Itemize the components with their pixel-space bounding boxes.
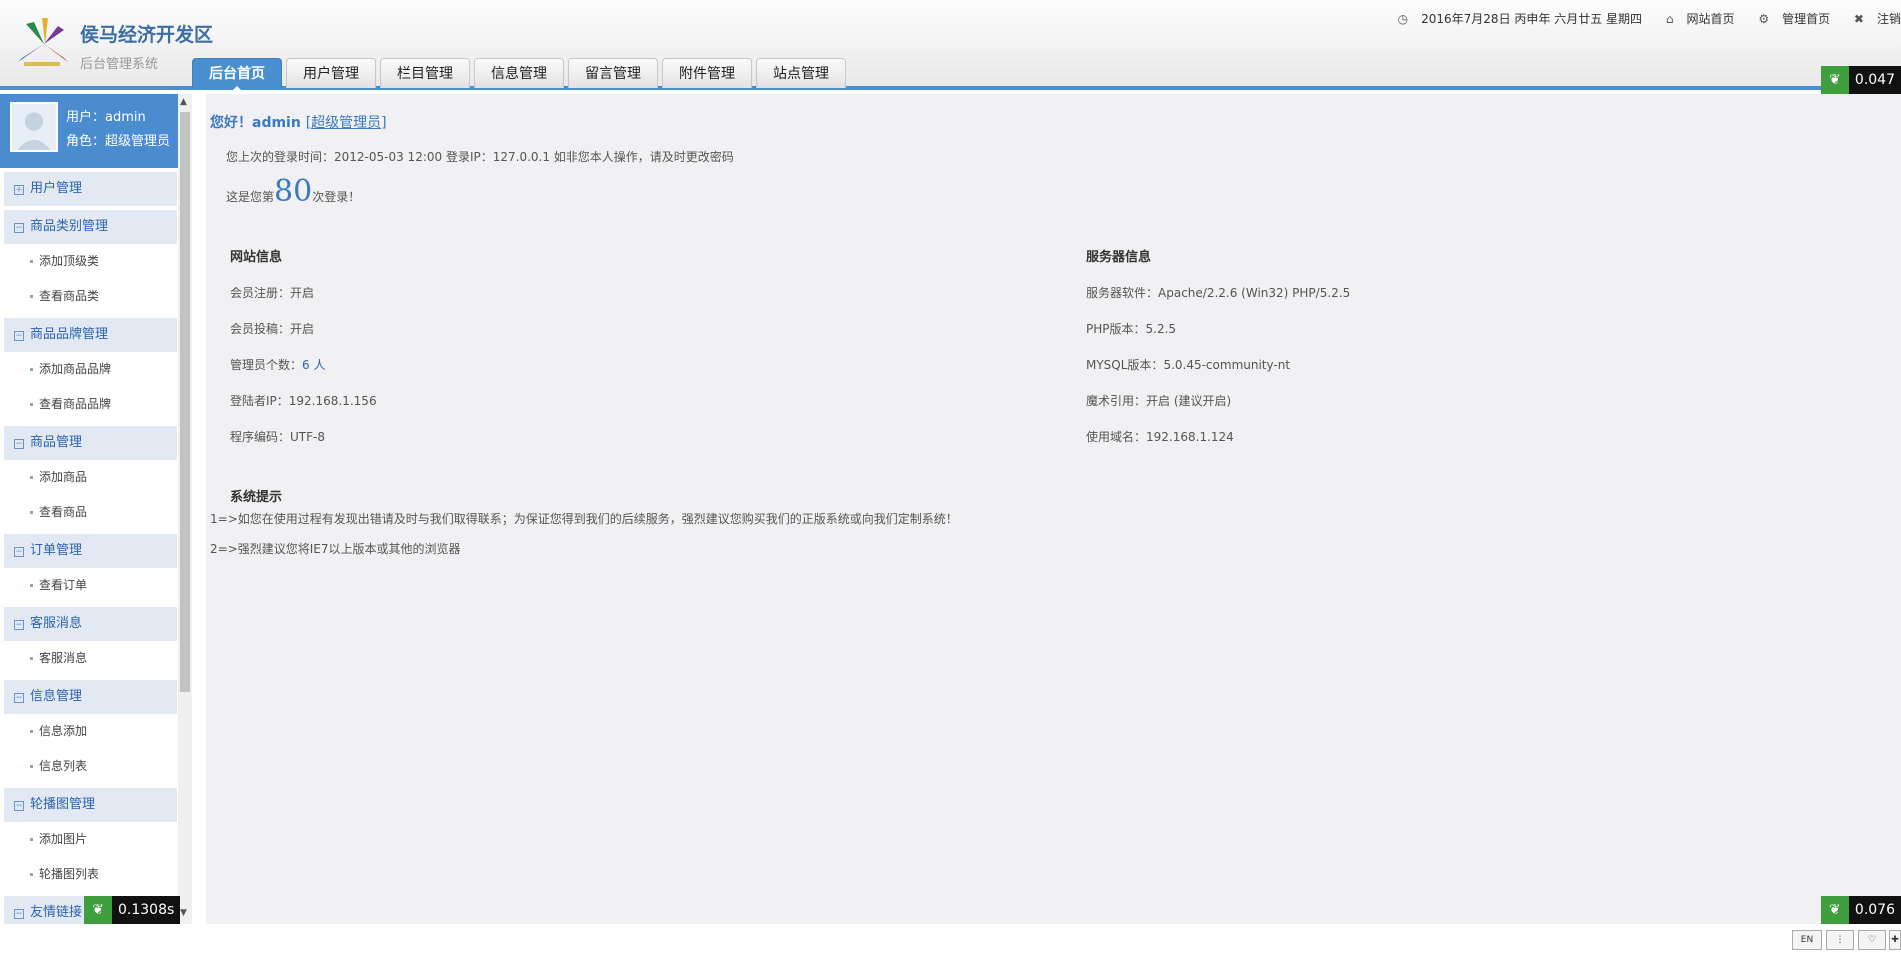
menu-item[interactable]: 查看商品类 — [0, 279, 178, 314]
tab-users[interactable]: 用户管理 — [286, 58, 376, 88]
pin-icon[interactable]: ✚ — [1889, 930, 1901, 950]
collapse-icon: − — [14, 620, 24, 630]
server-info-row: 服务器软件：Apache/2.2.6 (Win32) PHP/5.2.5 — [1086, 286, 1351, 300]
system-tips-title: 系统提示 — [230, 490, 283, 505]
menu-item[interactable]: 添加商品品牌 — [0, 352, 178, 387]
system-tip: 2=>强烈建议您将IE7以上版本或其他的浏览器 — [210, 542, 461, 556]
clock-icon: ◷ — [1397, 12, 1409, 26]
tab-columns[interactable]: 栏目管理 — [380, 58, 470, 88]
greeting: 您好！admin [超级管理员] — [210, 115, 387, 131]
server-info-row: PHP版本：5.2.5 — [1086, 322, 1177, 336]
menu-group-categories[interactable]: − 商品类别管理 — [4, 210, 177, 244]
logo-icon — [18, 18, 68, 66]
role-link[interactable]: [超级管理员] — [306, 115, 387, 131]
leaf-icon: ❦ — [1820, 896, 1849, 924]
menu-group-info[interactable]: − 信息管理 — [4, 680, 177, 714]
user-name: 用户：admin — [66, 110, 146, 125]
date-display: ◷ 2016年7月28日 丙申年 六月廿五 星期四 — [1397, 12, 1643, 26]
menu-group-orders[interactable]: − 订单管理 — [4, 534, 177, 568]
lang-indicator[interactable]: EN — [1792, 930, 1822, 950]
menu-item[interactable]: 客服消息 — [0, 641, 178, 676]
menu-item[interactable]: 查看订单 — [0, 568, 178, 603]
scroll-up-icon[interactable]: ▲ — [180, 97, 187, 107]
menu-dots-icon[interactable]: ⋮ — [1826, 930, 1854, 950]
collapse-icon: − — [14, 331, 24, 341]
menu-item[interactable]: 添加图片 — [0, 822, 178, 857]
menu-item[interactable]: 查看商品品牌 — [0, 387, 178, 422]
tab-messages[interactable]: 留言管理 — [568, 58, 658, 88]
leaf-icon: ❦ — [84, 896, 112, 924]
last-login-info: 您上次的登录时间：2012-05-03 12:00 登录IP：127.0.0.1… — [226, 150, 734, 164]
menu-item[interactable]: 轮播图列表 — [0, 857, 178, 892]
speed-badge-bottom-left: ❦ 0.1308s — [84, 896, 181, 924]
collapse-icon: − — [14, 223, 24, 233]
sidebar-menu: + 用户管理 − 商品类别管理 添加顶级类 查看商品类 − 商品品牌管理 添加商品品牌… — [0, 172, 178, 924]
main-content: 您好！admin [超级管理员] 您上次的登录时间：2012-05-03 12:… — [206, 94, 1901, 924]
collapse-icon: − — [14, 909, 24, 919]
gear-icon: ⚙ — [1758, 12, 1770, 26]
menu-group-carousel[interactable]: − 轮播图管理 — [4, 788, 177, 822]
avatar — [10, 102, 58, 152]
site-info-row: 程序编码：UTF-8 — [230, 430, 325, 444]
menu-group-brands[interactable]: − 商品品牌管理 — [4, 318, 177, 352]
site-info-title: 网站信息 — [230, 250, 283, 265]
tab-home[interactable]: 后台首页 — [192, 58, 282, 90]
system-tip: 1=>如您在使用过程有发现出错请及时与我们取得联系；为保证您得到我们的后续服务，… — [210, 512, 958, 526]
collapse-icon: − — [14, 547, 24, 557]
header: 侯马经济开发区 后台管理系统 ◷ 2016年7月28日 丙申年 六月廿五 星期四 … — [0, 0, 1901, 90]
tab-info[interactable]: 信息管理 — [474, 58, 564, 88]
close-icon: ✖ — [1853, 12, 1864, 26]
tab-site[interactable]: 站点管理 — [756, 58, 846, 88]
collapse-icon: − — [14, 801, 24, 811]
tab-attachments[interactable]: 附件管理 — [662, 58, 752, 88]
menu-item[interactable]: 查看商品 — [0, 495, 178, 530]
expand-icon: + — [14, 185, 24, 195]
menu-item[interactable]: 信息添加 — [0, 714, 178, 749]
top-toolbar: ◷ 2016年7月28日 丙申年 六月廿五 星期四 ⌂ 网站首页 ⚙ 管理首页 ✖ 注销 — [1378, 10, 1901, 27]
user-panel: 用户：admin 角色：超级管理员 — [0, 94, 178, 168]
user-role: 角色：超级管理员 — [66, 134, 171, 149]
collapse-icon: − — [14, 693, 24, 703]
menu-item[interactable]: 添加商品 — [0, 460, 178, 495]
site-home-link[interactable]: ⌂ 网站首页 — [1656, 10, 1735, 27]
sidebar-scroll-thumb[interactable] — [180, 112, 190, 692]
sidebar: 用户：admin 角色：超级管理员 + 用户管理 − 商品类别管理 添加顶级类 查看… — [0, 94, 178, 924]
site-info-row: 会员注册：开启 — [230, 286, 315, 300]
user-icon — [12, 104, 56, 150]
menu-item[interactable]: 添加顶级类 — [0, 244, 178, 279]
leaf-icon: ❦ — [1820, 66, 1849, 94]
server-info-title: 服务器信息 — [1086, 250, 1152, 265]
server-info-row: 使用域名：192.168.1.124 — [1086, 430, 1234, 444]
server-info-row: MYSQL版本：5.0.45-community-nt — [1086, 358, 1291, 372]
login-count: 这是您第80次登录！ — [226, 174, 361, 209]
bottom-bar — [0, 924, 1901, 954]
speed-badge-top-right: ❦ 0.047 — [1820, 66, 1901, 94]
server-info-row: 魔术引用：开启 (建议开启) — [1086, 394, 1232, 408]
menu-group-service[interactable]: − 客服消息 — [4, 607, 177, 641]
home-icon: ⌂ — [1665, 12, 1674, 26]
login-count-number: 80 — [274, 174, 313, 209]
site-info-row: 管理员个数：6 人 — [230, 358, 326, 372]
menu-group-products[interactable]: − 商品管理 — [4, 426, 177, 460]
collapse-icon: − — [14, 439, 24, 449]
admin-home-link[interactable]: ⚙ 管理首页 — [1748, 10, 1830, 27]
site-info-row: 登陆者IP：192.168.1.156 — [230, 394, 377, 408]
menu-item[interactable]: 信息列表 — [0, 749, 178, 784]
logout-link[interactable]: ✖ 注销 — [1844, 10, 1901, 27]
speed-badge-bottom-right: ❦ 0.076 — [1820, 896, 1901, 924]
site-title: 侯马经济开发区 — [80, 24, 214, 46]
menu-group-users[interactable]: + 用户管理 — [4, 172, 177, 206]
user-info: 用户：admin 角色：超级管理员 — [66, 106, 170, 154]
main-tabs: 后台首页 用户管理 栏目管理 信息管理 留言管理 附件管理 站点管理 — [192, 58, 850, 90]
scroll-down-icon[interactable]: ▼ — [180, 908, 187, 918]
site-info-row: 会员投稿：开启 — [230, 322, 315, 336]
heart-icon[interactable]: ♡ — [1858, 930, 1886, 950]
